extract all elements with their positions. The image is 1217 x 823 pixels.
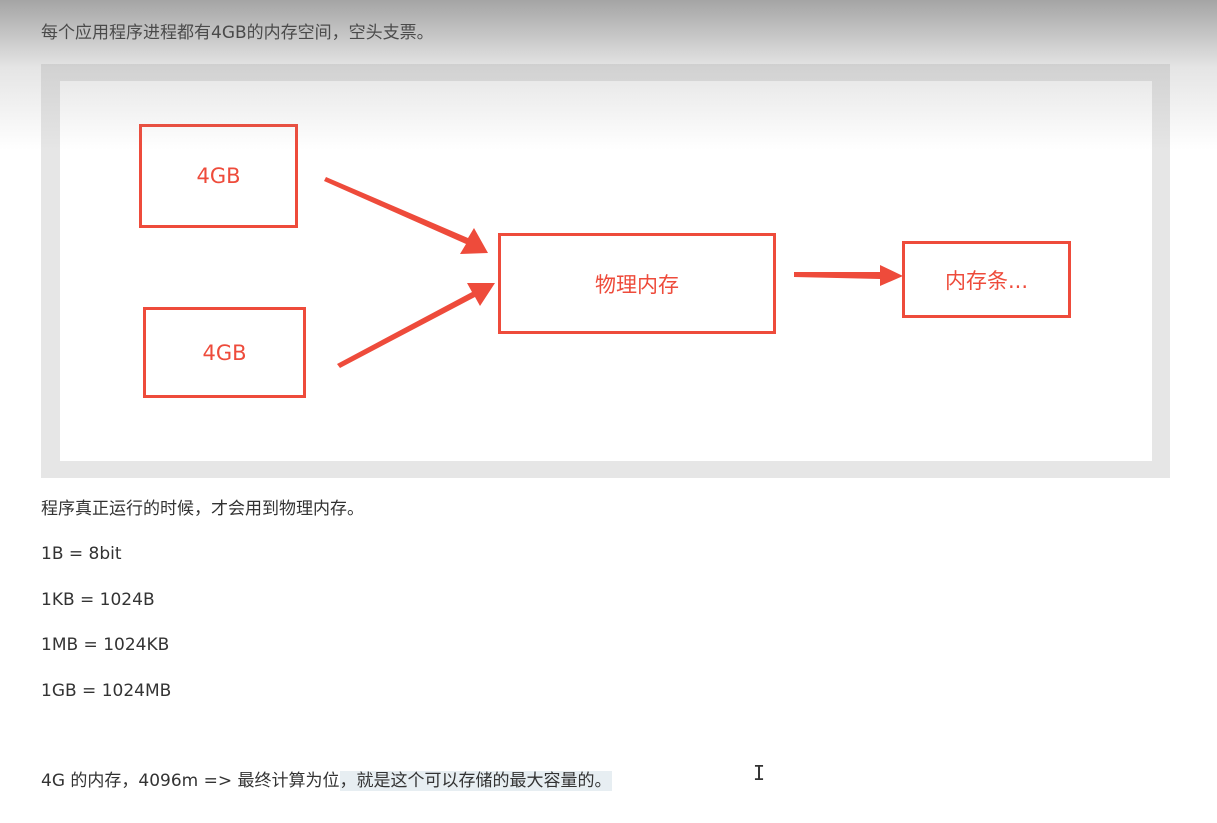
text-cursor-icon: I (753, 761, 766, 785)
box-bottom-label: 4GB (202, 340, 247, 365)
virtual-memory-box-top: 4GB (139, 124, 298, 228)
physical-memory-label: 物理内存 (595, 272, 679, 297)
box-top-label: 4GB (196, 164, 241, 188)
max-capacity-prefix: 4G 的内存，4096m => 最终计算为位 (41, 771, 340, 791)
memory-stick-label: 内存条... (944, 268, 1029, 293)
arrow-bottom-to-memory (337, 283, 495, 368)
byte-text: 1B = 8bit (41, 544, 122, 564)
memory-stick-box: 内存条... (902, 241, 1071, 318)
mb-text: 1MB = 1024KB (41, 635, 170, 655)
physical-memory-box: 物理内存 (498, 233, 776, 334)
arrow-top-to-memory (324, 177, 488, 254)
kb-text: 1KB = 1024B (41, 590, 155, 610)
virtual-memory-box-bottom: 4GB (143, 307, 306, 398)
max-capacity-text: 4G 的内存，4096m => 最终计算为位，就是这个可以存储的最大容量的。 (41, 770, 612, 792)
gb-text: 1GB = 1024MB (41, 681, 172, 701)
selected-text-highlight[interactable]: ，就是这个可以存储的最大容量的。 (339, 771, 612, 791)
arrow-memory-to-stick (794, 265, 903, 286)
runtime-text: 程序真正运行的时候，才会用到物理内存。 (41, 499, 364, 519)
